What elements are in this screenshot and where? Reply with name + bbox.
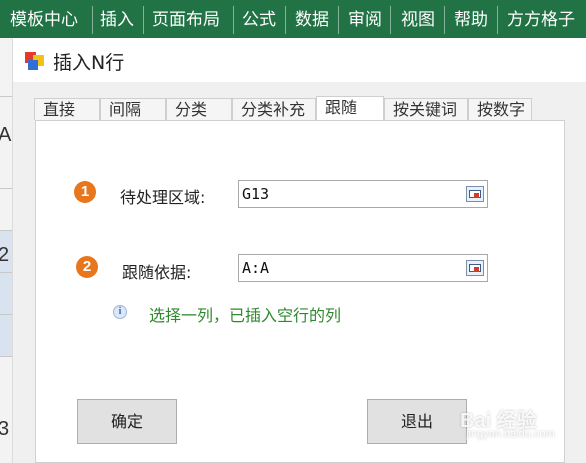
tab-category[interactable]: 分类 <box>166 98 232 120</box>
row-label: 3 <box>0 418 10 440</box>
ribbon-tab-formulas[interactable]: 公式 <box>242 0 276 38</box>
insert-n-rows-dialog: 插入N行 直接 间隔 分类 分类补充 跟随 按关键词 按数字 1 待处理区域: … <box>12 38 586 463</box>
row-label: 2 <box>0 244 10 266</box>
hint-text: 选择一列，已插入空行的列 <box>149 306 342 325</box>
range-input-value: G13 <box>242 185 270 203</box>
dialog-title-bar[interactable]: 插入N行 <box>13 38 586 82</box>
ribbon-divider <box>390 6 391 34</box>
range-input[interactable]: G13 <box>238 180 488 208</box>
ribbon-divider <box>444 6 445 34</box>
basis-picker-icon[interactable] <box>466 260 484 276</box>
ribbon-tab-fangfang[interactable]: 方方格子 <box>507 0 575 38</box>
tab-follow[interactable]: 跟随 <box>316 96 384 120</box>
dialog-title: 插入N行 <box>53 52 125 74</box>
watermark-url: jingyan.baidu.com <box>466 428 555 440</box>
tab-category-supplement[interactable]: 分类补充 <box>232 98 316 120</box>
step-1-badge: 1 <box>74 181 96 203</box>
ok-button[interactable]: 确定 <box>77 399 177 444</box>
ribbon-divider <box>233 6 234 34</box>
ribbon-divider <box>143 6 144 34</box>
ribbon-tab-view[interactable]: 视图 <box>401 0 435 38</box>
ribbon-divider <box>497 6 498 34</box>
ribbon-tab-review[interactable]: 审阅 <box>348 0 382 38</box>
range-picker-icon[interactable] <box>466 186 484 202</box>
tab-by-keyword[interactable]: 按关键词 <box>384 98 468 120</box>
basis-input[interactable]: A:A <box>238 254 488 282</box>
tab-interval[interactable]: 间隔 <box>100 98 166 120</box>
basis-input-value: A:A <box>242 259 270 277</box>
ribbon-tab-insert[interactable]: 插入 <box>100 0 134 38</box>
sheet-row-headers: A 2 3 <box>0 38 12 463</box>
tab-direct[interactable]: 直接 <box>34 98 100 120</box>
ribbon-divider <box>338 6 339 34</box>
info-icon: i <box>113 305 127 319</box>
ribbon-tab-help[interactable]: 帮助 <box>454 0 488 38</box>
range-label: 待处理区域: <box>120 188 206 207</box>
ribbon-tab-page-layout[interactable]: 页面布局 <box>152 0 220 38</box>
step-2-badge: 2 <box>76 256 98 278</box>
app-logo-icon <box>25 52 45 70</box>
ribbon-divider <box>92 6 93 34</box>
basis-label: 跟随依据: <box>122 263 192 282</box>
ribbon-divider <box>285 6 286 34</box>
row-label: A <box>0 124 12 146</box>
ribbon-tab-bar: 模板中心 插入 页面布局 公式 数据 审阅 视图 帮助 方方格子 <box>0 0 586 38</box>
row-header-selected[interactable] <box>0 272 12 314</box>
row-header-selected[interactable] <box>0 314 12 356</box>
row-header[interactable] <box>0 188 12 230</box>
row-header[interactable] <box>0 356 12 398</box>
tab-by-number[interactable]: 按数字 <box>468 98 532 120</box>
exit-button[interactable]: 退出 <box>367 399 467 444</box>
ribbon-tab-template-center[interactable]: 模板中心 <box>10 0 78 38</box>
ribbon-tab-data[interactable]: 数据 <box>295 0 329 38</box>
